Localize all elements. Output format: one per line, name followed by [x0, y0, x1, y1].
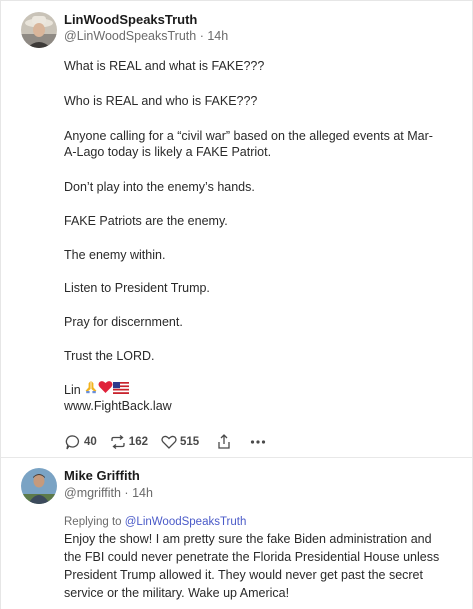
more-options-button[interactable]	[249, 433, 267, 451]
replying-to-label: Replying to	[64, 516, 122, 528]
timestamp: 14h	[207, 29, 229, 43]
author-handle[interactable]: @LinWoodSpeaksTruth	[64, 29, 196, 43]
post-actions: 40 162 515	[64, 432, 279, 452]
post-paragraph: A-Lago today is likely a FAKE Patriot.	[64, 145, 272, 159]
reply-author-handle-line: @mgriffith · 14h	[64, 486, 153, 500]
author-handle-line: @LinWoodSpeaksTruth · 14h	[64, 29, 228, 43]
post-paragraph: Trust the LORD.	[64, 349, 155, 363]
share-button[interactable]	[215, 433, 233, 451]
us-flag-icon	[112, 381, 129, 399]
like-count: 515	[179, 436, 200, 448]
reply-author-name[interactable]: Mike Griffith	[64, 468, 140, 483]
post-paragraph: Don’t play into the enemy’s hands.	[64, 180, 255, 194]
reply-count: 40	[84, 436, 97, 448]
reply-author-handle[interactable]: @mgriffith	[64, 486, 121, 500]
avatar[interactable]	[21, 12, 57, 48]
post-paragraph: Who is REAL and who is FAKE???	[64, 94, 258, 108]
separator: ·	[124, 486, 129, 500]
post-paragraph: Listen to President Trump.	[64, 281, 210, 295]
comment-icon	[64, 433, 82, 451]
heart-icon	[160, 433, 178, 451]
post-paragraph: FAKE Patriots are the enemy.	[64, 214, 228, 228]
retruth-icon	[109, 433, 127, 451]
post-body: What is REAL and what is FAKE??? Who is …	[64, 57, 459, 417]
post[interactable]: LinWoodSpeaksTruth @LinWoodSpeaksTruth ·…	[1, 1, 472, 458]
retruth-count: 162	[128, 436, 148, 448]
avatar[interactable]	[21, 468, 57, 504]
author-name[interactable]: LinWoodSpeaksTruth	[64, 12, 197, 27]
post-paragraph: What is REAL and what is FAKE???	[64, 59, 265, 73]
signature: Lin	[64, 382, 81, 397]
like-button[interactable]: 515	[160, 433, 199, 451]
replying-to-handle[interactable]: @LinWoodSpeaksTruth	[125, 516, 247, 528]
reply-line: the FBI could never penetrate the Florid…	[64, 550, 440, 564]
reply-line: Enjoy the show! I am pretty sure the fak…	[64, 532, 432, 546]
more-icon	[249, 433, 267, 451]
retruth-button[interactable]: 162	[109, 433, 148, 451]
share-icon	[215, 433, 233, 451]
reply-line: President Trump allowed it. They would n…	[64, 568, 423, 582]
reply-button[interactable]: 40	[64, 433, 97, 451]
timestamp: 14h	[132, 486, 153, 500]
website-link[interactable]: www.FightBack.law	[64, 397, 459, 415]
post-paragraph: Pray for discernment.	[64, 315, 183, 329]
separator: ·	[199, 29, 204, 43]
replying-to: Replying to @LinWoodSpeaksTruth	[64, 516, 246, 528]
feed: LinWoodSpeaksTruth @LinWoodSpeaksTruth ·…	[0, 0, 473, 609]
reply-line: service or the military. Wake up America…	[64, 586, 290, 600]
post-paragraph: The enemy within.	[64, 248, 166, 262]
reply-body: Enjoy the show! I am pretty sure the fak…	[64, 530, 459, 602]
